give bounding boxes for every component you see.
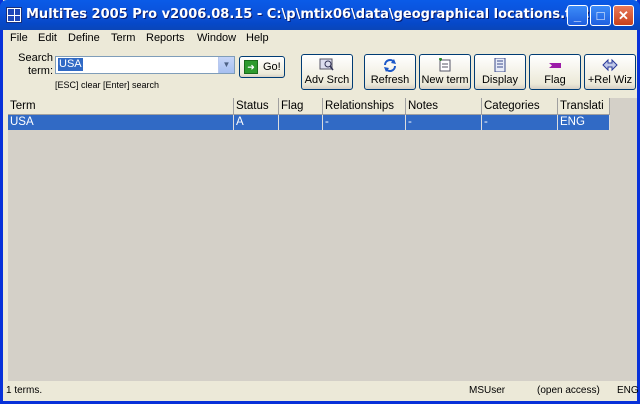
flag-label: Flag: [544, 74, 566, 86]
status-user: MSUser: [469, 385, 506, 396]
menu-bar: File Edit Define Term Reports Window Hel…: [3, 30, 637, 48]
menu-define[interactable]: Define: [68, 32, 100, 44]
rel-wizard-button[interactable]: +Rel Wiz: [584, 54, 636, 90]
magnifier-icon: [319, 58, 334, 71]
search-label-line2: term:: [27, 65, 53, 77]
new-term-button[interactable]: New term: [419, 54, 471, 90]
go-button[interactable]: ➜ Go!: [239, 56, 285, 78]
menu-file[interactable]: File: [10, 32, 28, 44]
menu-term[interactable]: Term: [111, 32, 135, 44]
new-term-label: New term: [421, 74, 469, 86]
app-icon[interactable]: [6, 7, 22, 23]
cell-flag: [279, 115, 323, 130]
terms-table[interactable]: Term Status Flag Relationships Notes Cat…: [8, 98, 637, 381]
search-label-line1: Search: [18, 52, 53, 64]
column-header-status[interactable]: Status: [234, 98, 279, 115]
status-bar: 1 terms. MSUser (open access) ENG: [3, 383, 639, 401]
relation-wizard-icon: [602, 58, 618, 72]
close-icon: ✕: [618, 8, 629, 23]
maximize-icon: □: [596, 8, 605, 23]
cell-relationships: -: [323, 115, 406, 130]
app-window: MultiTes 2005 Pro v2006.08.15 - C:\p\mti…: [0, 0, 640, 404]
cell-notes: -: [406, 115, 482, 130]
minimize-icon: _: [573, 8, 582, 23]
flag-icon: [549, 63, 561, 68]
search-input[interactable]: USA ▼: [55, 56, 235, 74]
search-label: Search term:: [13, 52, 53, 78]
refresh-label: Refresh: [370, 74, 410, 86]
column-header-relationships[interactable]: Relationships: [323, 98, 406, 115]
go-label: Go!: [263, 61, 281, 73]
rel-wizard-label: +Rel Wiz: [587, 74, 633, 86]
menu-help[interactable]: Help: [246, 32, 269, 44]
minimize-button[interactable]: _: [567, 5, 588, 26]
status-language: ENG: [617, 385, 639, 396]
flag-button[interactable]: Flag: [529, 54, 581, 90]
cell-categories: -: [482, 115, 558, 130]
column-header-categories[interactable]: Categories: [482, 98, 558, 115]
refresh-button[interactable]: Refresh: [364, 54, 416, 90]
refresh-icon: [384, 59, 396, 72]
display-icon: [494, 58, 506, 72]
column-header-notes[interactable]: Notes: [406, 98, 482, 115]
cell-term: USA: [8, 115, 234, 130]
maximize-button[interactable]: □: [590, 5, 611, 26]
chevron-down-icon[interactable]: ▼: [218, 57, 234, 73]
status-access: (open access): [537, 385, 600, 396]
title-bar[interactable]: MultiTes 2005 Pro v2006.08.15 - C:\p\mti…: [0, 0, 640, 30]
search-hint: [ESC] clear [Enter] search: [55, 80, 160, 90]
adv-search-button[interactable]: Adv Srch: [301, 54, 353, 90]
menu-window[interactable]: Window: [197, 32, 236, 44]
display-button[interactable]: Display: [474, 54, 526, 90]
menu-edit[interactable]: Edit: [38, 32, 57, 44]
toolbar: Search term: USA ▼ [ESC] clear [Enter] s…: [3, 49, 637, 95]
go-arrow-icon: ➜: [244, 60, 258, 74]
column-header-term[interactable]: Term: [8, 98, 234, 115]
cell-status: A: [234, 115, 279, 130]
new-term-icon: [439, 58, 451, 72]
menu-reports[interactable]: Reports: [146, 32, 185, 44]
close-button[interactable]: ✕: [613, 5, 634, 26]
column-header-flag[interactable]: Flag: [279, 98, 323, 115]
window-title: MultiTes 2005 Pro v2006.08.15 - C:\p\mti…: [26, 7, 590, 22]
cell-translations: ENG: [558, 115, 610, 130]
display-label: Display: [481, 74, 519, 86]
column-header-translations[interactable]: Translati: [558, 98, 610, 115]
search-value: USA: [58, 58, 83, 71]
table-row[interactable]: USA A - - - ENG: [8, 115, 610, 130]
adv-search-label: Adv Srch: [304, 74, 350, 86]
status-term-count: 1 terms.: [6, 385, 43, 396]
